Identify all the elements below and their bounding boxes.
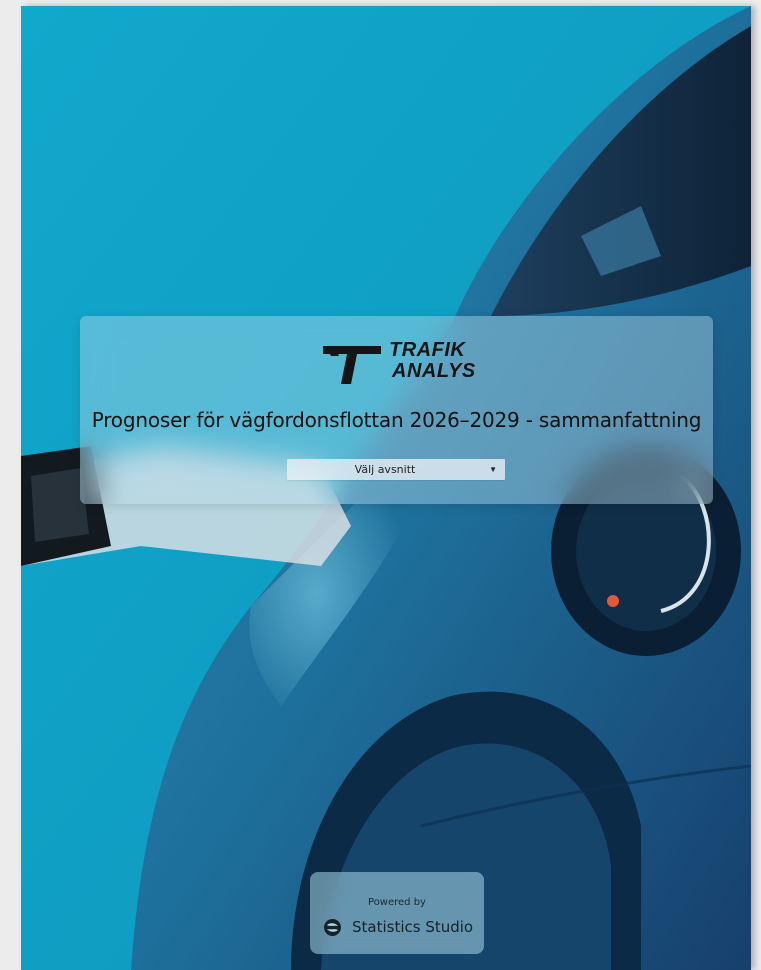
section-select-value: Välj avsnitt	[354, 463, 416, 476]
page-title: Prognoser för vägfordonsflottan 2026–202…	[91, 408, 702, 432]
statistics-studio-name: Statistics Studio	[352, 918, 474, 936]
logo-line-1: TRAFIK	[389, 339, 466, 361]
logo-wordmark: TRAFIK ANALYS	[389, 340, 476, 382]
page: TRAFIK ANALYS Prognoser för vägfordonsfl…	[0, 0, 761, 970]
logo-line-2: ANALYS	[392, 360, 476, 382]
report-header-card: TRAFIK ANALYS Prognoser för vägfordonsfl…	[80, 316, 713, 504]
powered-by-badge[interactable]: Powered by Statistics Studio	[310, 872, 484, 954]
section-select[interactable]: Välj avsnitt ▼	[287, 459, 505, 480]
caret-down-icon: ▼	[489, 465, 497, 474]
powered-by-label: Powered by	[368, 897, 426, 908]
trafikanalys-t-logo-icon	[323, 346, 381, 384]
statistics-studio-brand: Statistics Studio	[324, 916, 474, 940]
statistics-studio-logo-icon	[324, 919, 341, 936]
hero-background: TRAFIK ANALYS Prognoser för vägfordonsfl…	[21, 6, 751, 970]
trafikanalys-logo: TRAFIK ANALYS	[323, 338, 476, 386]
